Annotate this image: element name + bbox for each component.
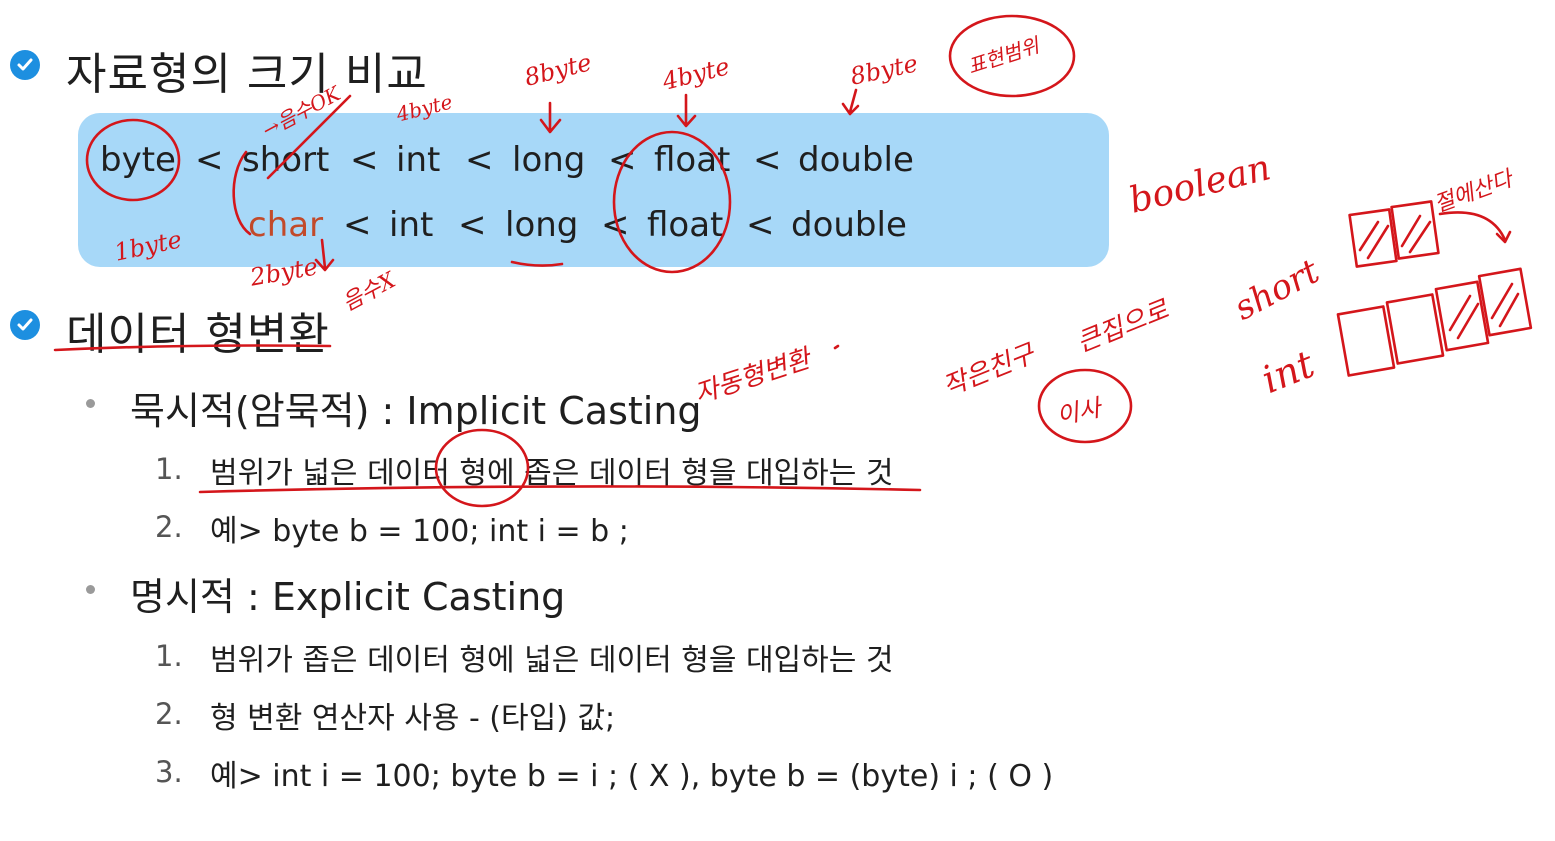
check-icon xyxy=(10,50,40,80)
less-than: < xyxy=(465,140,494,180)
hatch-int xyxy=(1448,282,1520,340)
dot-mark xyxy=(833,344,840,350)
type-short: short xyxy=(242,140,330,180)
less-than: < xyxy=(753,140,782,180)
less-than: < xyxy=(458,205,487,245)
box-int-4 xyxy=(1477,267,1533,337)
less-than: < xyxy=(343,205,372,245)
note-4byte-float: 4byte xyxy=(659,52,733,96)
note-small-friend: 작은친구 xyxy=(938,338,1039,403)
box-int-1 xyxy=(1336,305,1396,377)
list-number: 3. xyxy=(155,755,183,789)
implicit-item-1: 범위가 넓은 데이터 형에 좁은 데이터 형을 대입하는 것 xyxy=(210,456,894,491)
note-move: 이사 xyxy=(1054,393,1104,431)
explicit-title: 명시적 : Explicit Casting xyxy=(130,575,566,619)
type-int: int xyxy=(389,205,434,245)
list-number: 1. xyxy=(155,452,183,486)
less-than: < xyxy=(608,140,637,180)
explicit-item-3: 예> int i = 100; byte b = i ; ( X ), byte… xyxy=(210,759,1054,794)
note-8byte-long: 8byte xyxy=(521,48,595,92)
box-int-2 xyxy=(1385,293,1445,365)
implicit-title: 묵시적(암묵적) : Implicit Casting xyxy=(130,389,702,433)
less-than: < xyxy=(746,205,775,245)
section-title-casting: 데이터 형변환 xyxy=(66,309,330,360)
list-number: 2. xyxy=(155,510,183,544)
type-float: float xyxy=(654,140,731,180)
check-icon xyxy=(10,310,40,340)
arrow-double xyxy=(841,88,860,116)
type-long: long xyxy=(512,140,586,180)
less-than: < xyxy=(350,140,379,180)
less-than: < xyxy=(601,205,630,245)
type-byte: byte xyxy=(100,140,176,180)
note-auto-casting: 자동형변환 xyxy=(691,344,815,410)
type-double: double xyxy=(791,205,907,245)
section-title-size-comparison: 자료형의 크기 비교 xyxy=(66,49,428,100)
bullet-icon xyxy=(86,585,95,594)
arrow-calc xyxy=(1438,211,1512,244)
type-char: char xyxy=(248,205,324,245)
note-short: short xyxy=(1227,251,1326,329)
note-char-no-negative: 음수X xyxy=(338,267,400,317)
note-8byte-double: 8byte xyxy=(847,49,921,91)
box-short-1 xyxy=(1348,208,1398,268)
type-double: double xyxy=(798,140,914,180)
note-int: int xyxy=(1255,341,1321,403)
less-than: < xyxy=(195,140,224,180)
explicit-item-2: 형 변환 연산자 사용 - (타입) 값; xyxy=(210,701,616,736)
type-row-1: byte < short < int < long < float < doub… xyxy=(0,140,1100,184)
list-number: 1. xyxy=(155,639,183,673)
type-int: int xyxy=(396,140,441,180)
note-range: 표현범위 xyxy=(964,33,1042,79)
note-calc: 절에산다 xyxy=(1431,166,1516,218)
note-big-house: 큰집으로 xyxy=(1072,294,1173,359)
note-boolean: boolean xyxy=(1125,147,1275,222)
type-long: long xyxy=(505,205,579,245)
list-number: 2. xyxy=(155,697,183,731)
bullet-icon xyxy=(86,399,95,408)
explicit-item-1: 범위가 좁은 데이터 형에 넓은 데이터 형을 대입하는 것 xyxy=(210,643,894,678)
type-float: float xyxy=(647,205,724,245)
box-short-2 xyxy=(1390,200,1440,260)
hatch-short xyxy=(1358,214,1432,260)
box-int-3 xyxy=(1434,280,1490,352)
implicit-item-2: 예> byte b = 100; int i = b ; xyxy=(210,514,629,549)
